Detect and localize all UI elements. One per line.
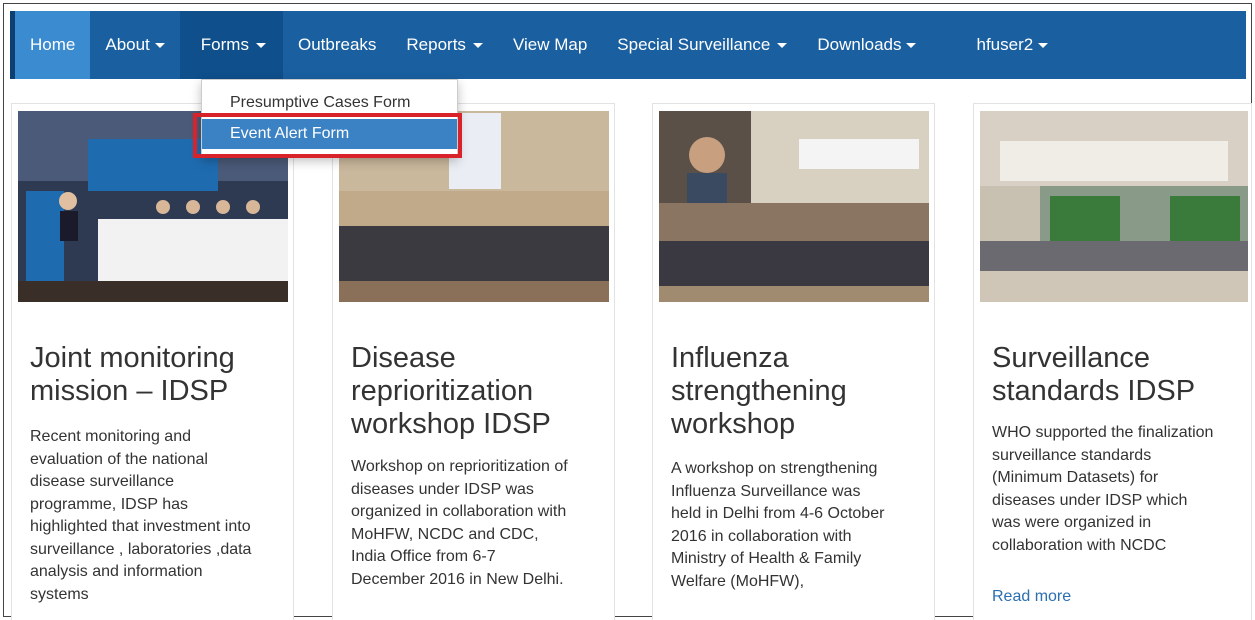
chevron-down-icon (154, 42, 165, 48)
card-description: A workshop on strengthening Influenza Su… (671, 460, 885, 590)
news-photo (659, 111, 929, 302)
nav-forms-label: Forms (200, 35, 249, 54)
nav-user-menu[interactable]: hfuser2 (931, 11, 1063, 79)
nav-outbreaks-label: Outbreaks (297, 35, 377, 54)
card-description: Recent monitoring and evaluation of the … (30, 428, 252, 603)
menu-item-event-alert-form[interactable]: Event Alert Form (202, 119, 457, 149)
news-card-surveillance-standards: Surveillance standards IDSP WHO supporte… (973, 103, 1252, 620)
card-description: WHO supported the finalization surveilla… (992, 424, 1214, 554)
nav-about-label: About (105, 35, 150, 54)
chevron-down-icon (1038, 42, 1049, 48)
nav-forms[interactable]: Forms (179, 11, 283, 79)
nav-outbreaks[interactable]: Outbreaks (283, 11, 391, 79)
chevron-down-icon (472, 42, 483, 48)
nav-reports[interactable]: Reports (391, 11, 498, 79)
news-card-influenza-workshop: Influenza strengthening workshop A works… (652, 103, 935, 620)
main-navbar: Home About Forms Outbreaks Reports View … (10, 11, 1246, 79)
nav-view-map-label: View Map (512, 35, 588, 54)
nav-special-surveillance[interactable]: Special Surveillance (602, 11, 802, 79)
forms-dropdown-menu: Presumptive Cases Form Event Alert Form (201, 79, 458, 157)
nav-user-label: hfuser2 (976, 35, 1034, 54)
news-card-joint-monitoring: Joint monitoring mission – IDSP Recent m… (11, 103, 294, 620)
news-card-disease-reprioritization: Disease reprioritization workshop IDSP W… (332, 103, 615, 620)
nav-reports-label: Reports (406, 35, 466, 54)
nav-home-label: Home (30, 35, 76, 54)
card-title: Joint monitoring mission – IDSP (30, 342, 235, 407)
nav-downloads-label: Downloads (817, 35, 902, 54)
chevron-down-icon (906, 42, 917, 48)
nav-special-surveillance-label: Special Surveillance (617, 35, 771, 54)
chevron-down-icon (255, 42, 266, 48)
card-title: Disease reprioritization workshop IDSP (351, 342, 551, 440)
card-description: Workshop on reprioritization of diseases… (351, 458, 568, 588)
read-more-link[interactable]: Read more (992, 588, 1071, 606)
menu-item-presumptive-cases-form[interactable]: Presumptive Cases Form (202, 88, 457, 118)
chevron-down-icon (777, 42, 788, 48)
nav-home[interactable]: Home (15, 11, 91, 79)
nav-about[interactable]: About (90, 11, 179, 79)
nav-view-map[interactable]: View Map (498, 11, 602, 79)
news-photo (980, 111, 1248, 302)
card-title: Surveillance standards IDSP (992, 342, 1196, 407)
card-title: Influenza strengthening workshop (671, 342, 847, 440)
nav-downloads[interactable]: Downloads (802, 11, 931, 79)
